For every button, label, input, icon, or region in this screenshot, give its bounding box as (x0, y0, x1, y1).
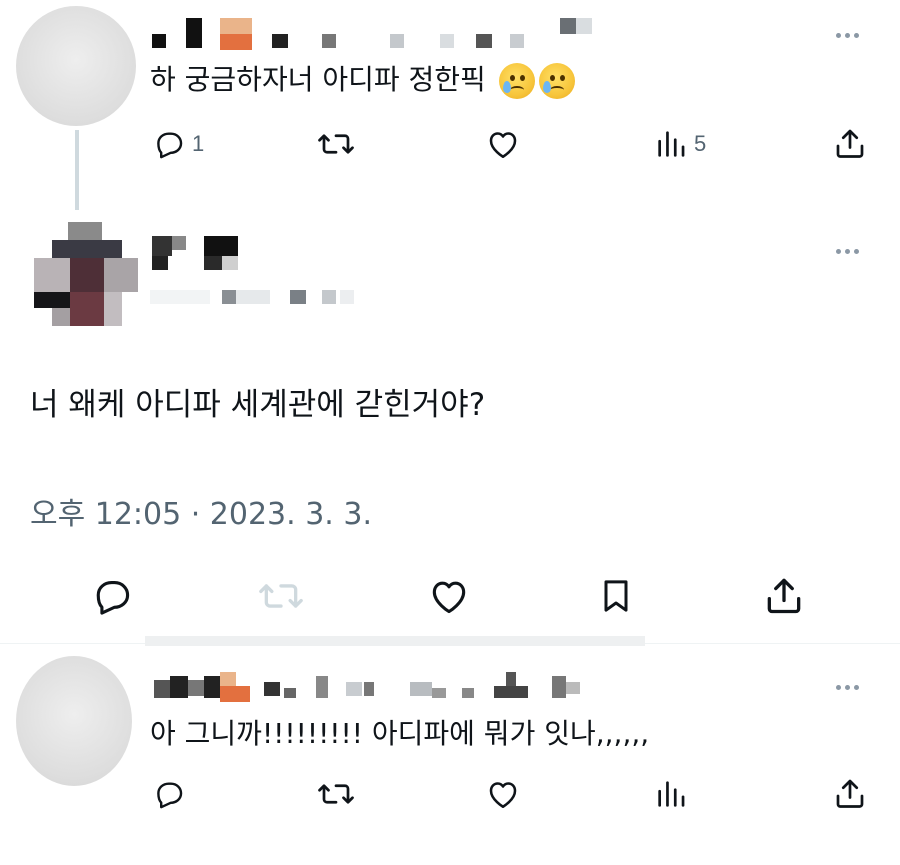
heart-icon (489, 782, 517, 809)
tweet-text: 하 궁금하자너 아디파 정한픽 (150, 62, 575, 99)
crying-face-icon (498, 63, 535, 99)
more-options-icon[interactable] (836, 685, 859, 690)
views-button[interactable] (654, 776, 688, 812)
views-icon (658, 131, 685, 157)
tweet-text-content: 하 궁금하자너 아디파 정한픽 (150, 63, 486, 96)
tweet-timestamp[interactable]: 오후 12:05 · 2023. 3. 3. (30, 496, 372, 534)
retweet-button[interactable] (256, 574, 306, 618)
divider-shadow (145, 636, 645, 646)
retweet-icon (318, 134, 354, 154)
share-button[interactable] (832, 124, 868, 162)
more-options-icon[interactable] (836, 249, 859, 254)
reply-button[interactable]: 1 (152, 127, 204, 161)
reply-count: 1 (192, 131, 205, 156)
avatar[interactable] (16, 6, 136, 126)
share-button[interactable] (832, 774, 868, 812)
crying-face-icon (538, 63, 575, 99)
heart-icon (432, 581, 466, 614)
reply-text: 아 그니까!!!!!!!!! 아디파에 뭐가 잇나,,,,,, (150, 717, 650, 750)
views-icon (658, 781, 685, 807)
more-options-icon[interactable] (836, 33, 859, 38)
retweet-button[interactable] (316, 126, 356, 162)
reply-button[interactable] (152, 777, 186, 811)
reply-icon (96, 581, 130, 615)
share-button[interactable] (762, 572, 806, 618)
heart-icon (489, 132, 517, 159)
like-button[interactable] (484, 126, 522, 162)
bookmark-icon (604, 580, 628, 612)
share-icon (767, 578, 801, 614)
avatar[interactable] (34, 222, 138, 326)
like-button[interactable] (426, 574, 472, 618)
retweet-icon (259, 584, 303, 608)
reply-button[interactable] (90, 574, 134, 618)
views-count: 5 (694, 131, 707, 156)
share-icon (836, 129, 864, 158)
views-button[interactable]: 5 (654, 126, 706, 162)
share-icon (836, 779, 864, 808)
retweet-button[interactable] (316, 776, 356, 812)
like-button[interactable] (484, 776, 522, 812)
reply-icon (157, 782, 183, 809)
main-tweet-text: 너 왜케 아디파 세계관에 갇힌거야? (30, 387, 486, 423)
bookmark-button[interactable] (596, 574, 636, 618)
avatar[interactable] (16, 656, 132, 786)
retweet-icon (318, 784, 354, 804)
reply-icon (157, 132, 183, 159)
thread-connector-line (75, 130, 79, 210)
